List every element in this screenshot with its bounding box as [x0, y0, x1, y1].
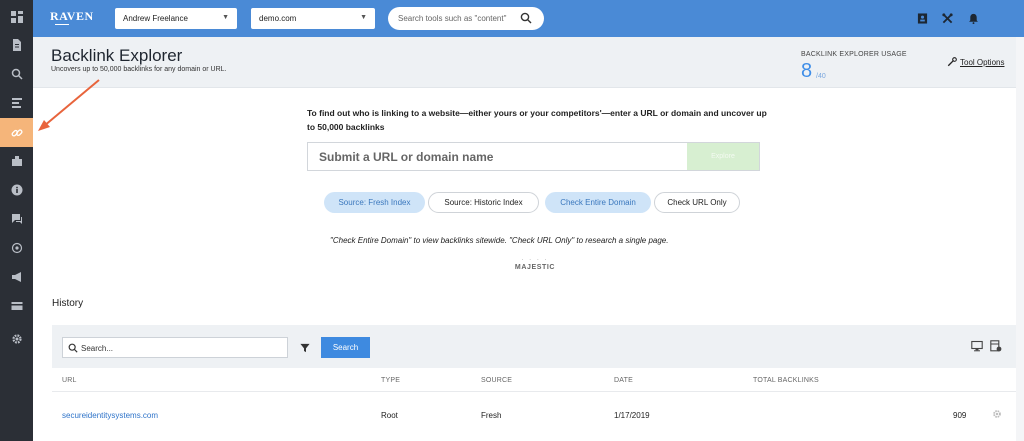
- filter-icon[interactable]: [290, 337, 320, 358]
- majestic-wordmark: MAJESTIC: [514, 264, 556, 271]
- app-window: RAVEN Andrew Freelance ▼ demo.com ▼ Sear…: [0, 0, 1024, 441]
- majestic-stars: · · · ·: [521, 257, 549, 263]
- url-submit-form: Explore: [307, 142, 760, 171]
- contact-card-icon[interactable]: [916, 12, 929, 25]
- tool-options-label: Tool Options: [960, 57, 1005, 67]
- page-subtitle: Uncovers up to 50,000 backlinks for any …: [51, 66, 227, 73]
- history-search-placeholder: Search...: [81, 344, 114, 353]
- report-icon[interactable]: [0, 89, 33, 117]
- usage-count: 8: [801, 60, 813, 82]
- column-header-date[interactable]: DATE: [614, 377, 633, 384]
- target-icon[interactable]: [0, 234, 33, 262]
- history-search-input[interactable]: Search...: [62, 337, 288, 358]
- domain-select-value: demo.com: [259, 14, 297, 23]
- column-header-url[interactable]: URL: [62, 377, 77, 384]
- link-icon[interactable]: [0, 118, 33, 147]
- building-icon[interactable]: [0, 147, 33, 175]
- usage-label: BACKLINK EXPLORER USAGE: [801, 51, 907, 58]
- page-header: Backlink Explorer Uncovers up to 50,000 …: [33, 37, 1024, 88]
- source-historic-toggle[interactable]: Source: Historic Index: [428, 192, 539, 213]
- history-heading: History: [52, 298, 84, 309]
- search-icon: [68, 343, 78, 353]
- chevron-down-icon: ▼: [360, 14, 367, 21]
- search-icon[interactable]: [0, 60, 33, 88]
- column-header-type[interactable]: TYPE: [381, 377, 400, 384]
- check-url-toggle[interactable]: Check URL Only: [654, 192, 740, 213]
- dashboard-icon[interactable]: [0, 3, 33, 31]
- card-icon[interactable]: [0, 292, 33, 320]
- column-header-source[interactable]: SOURCE: [481, 377, 512, 384]
- top-bar: RAVEN Andrew Freelance ▼ demo.com ▼ Sear…: [33, 0, 1024, 37]
- raven-logo[interactable]: RAVEN: [50, 9, 94, 24]
- gear-icon[interactable]: [992, 409, 1002, 419]
- bell-icon[interactable]: [967, 12, 980, 25]
- row-source: Fresh: [481, 411, 502, 420]
- tool-options-link[interactable]: Tool Options: [947, 57, 1004, 67]
- chevron-down-icon: ▼: [222, 14, 229, 21]
- gear-icon[interactable]: [0, 325, 33, 353]
- usage-total: /40: [816, 73, 826, 80]
- row-type: Root: [381, 411, 398, 420]
- document-icon[interactable]: [0, 31, 33, 59]
- tool-search-input[interactable]: Search tools such as "content": [388, 7, 544, 30]
- sidebar: [0, 0, 33, 441]
- explore-button[interactable]: Explore: [687, 143, 759, 170]
- scope-hint: "Check Entire Domain" to view backlinks …: [330, 236, 669, 245]
- account-select[interactable]: Andrew Freelance ▼: [115, 8, 237, 29]
- check-domain-toggle[interactable]: Check Entire Domain: [545, 192, 651, 213]
- url-input[interactable]: [308, 143, 688, 170]
- page-title: Backlink Explorer: [51, 46, 183, 65]
- megaphone-icon[interactable]: [0, 263, 33, 291]
- chat-icon[interactable]: [0, 205, 33, 233]
- logo-underline: [55, 24, 69, 27]
- majestic-logo: · · · · MAJESTIC: [513, 257, 557, 271]
- info-icon[interactable]: [0, 176, 33, 204]
- account-select-value: Andrew Freelance: [123, 14, 188, 23]
- page-edge: [1016, 37, 1024, 441]
- header-divider: [52, 391, 1016, 392]
- row-url-link[interactable]: secureidentitysystems.com: [62, 411, 158, 420]
- history-table: Search... Search URL TYPE SOURCE DATE TO…: [52, 325, 1016, 441]
- row-date: 1/17/2019: [614, 411, 650, 420]
- history-toolbar: Search... Search: [52, 325, 1016, 368]
- monitor-icon[interactable]: [970, 339, 984, 353]
- column-settings-icon[interactable]: [989, 339, 1003, 353]
- tools-icon[interactable]: [941, 12, 954, 25]
- row-total-backlinks: 909: [953, 411, 967, 420]
- domain-select[interactable]: demo.com ▼: [251, 8, 375, 29]
- column-header-total-backlinks[interactable]: TOTAL BACKLINKS: [753, 377, 819, 384]
- tool-search-placeholder: Search tools such as "content": [398, 14, 507, 23]
- history-search-button[interactable]: Search: [321, 337, 370, 358]
- wrench-icon: [947, 57, 957, 67]
- intro-text: To find out who is linking to a website—…: [307, 108, 767, 132]
- search-icon[interactable]: [520, 12, 532, 24]
- source-fresh-toggle[interactable]: Source: Fresh Index: [324, 192, 425, 213]
